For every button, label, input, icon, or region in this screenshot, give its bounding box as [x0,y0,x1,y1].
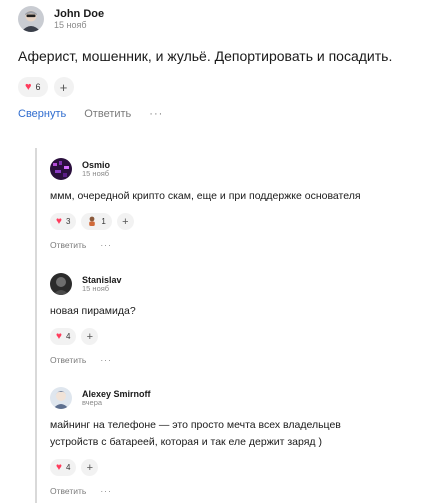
comment-date: 15 нояб [82,283,110,293]
comment-text: майнинг на телефоне — это просто мечта в… [50,417,425,451]
thread-line[interactable] [35,148,37,503]
reaction-count: 1 [101,217,106,226]
comment-actions: Свернуть Ответить ··· [18,108,428,120]
comment-text-line: устройств с батареей, которая и так еле … [50,436,322,448]
more-options-button[interactable]: ··· [100,240,112,250]
heart-icon: ♥ [56,330,62,342]
reaction-count: 4 [65,332,71,341]
heart-reaction[interactable]: ♥ 3 [50,213,77,230]
more-options-button[interactable]: ··· [149,108,163,120]
comment-text: новая пирамида? [50,305,136,317]
heart-icon: ♥ [25,80,32,93]
avatar[interactable] [50,158,72,180]
avatar[interactable] [18,6,44,32]
author-name[interactable]: John Doe [54,8,104,21]
heart-reaction[interactable]: ♥ 6 [18,77,48,97]
heart-icon: ♥ [56,461,62,473]
comment-date: вчера [82,397,103,407]
reply-button[interactable]: Ответить [84,108,131,120]
avatar[interactable] [50,273,72,295]
comment-actions: Ответить ··· [50,240,425,250]
add-reaction-button[interactable]: + [116,213,134,230]
comment-header: Stanislav 15 нояб [50,273,425,295]
reactions-bar: ♥ 3 1 + [50,213,425,230]
comment-date: 15 нояб [54,20,87,31]
comment-header: Osmio 15 нояб [50,158,425,180]
add-reaction-button[interactable]: + [53,77,74,97]
person-emoji-icon [89,216,96,226]
main-comment: John Doe 15 нояб Аферист, мошенник, и жу… [18,6,428,120]
heart-icon: ♥ [56,215,62,227]
comment-text: Аферист, мошенник, и жульё. Депортироват… [18,48,393,64]
reaction-count: 4 [65,463,71,472]
comment-header: John Doe 15 нояб [18,6,428,32]
heart-reaction[interactable]: ♥ 4 [50,328,77,345]
comment-text: ммм, очередной крипто скам, еще и при по… [50,190,361,202]
reply-button[interactable]: Ответить [50,486,86,496]
comment-actions: Ответить ··· [50,486,425,496]
add-reaction-button[interactable]: + [81,459,99,476]
person-emoji-reaction[interactable]: 1 [81,213,112,230]
reaction-count: 3 [65,217,71,226]
more-options-button[interactable]: ··· [100,355,112,365]
comment-header: Alexey Smirnoff вчера [50,387,425,409]
comment-date: 15 нояб [82,168,110,178]
reply-comment: Osmio 15 нояб ммм, очередной крипто скам… [50,158,425,250]
collapse-button[interactable]: Свернуть [18,108,66,120]
reply-comment: Alexey Smirnoff вчера майнинг на телефон… [50,387,425,496]
replies-thread: Osmio 15 нояб ммм, очередной крипто скам… [35,148,430,503]
comment-text-line: майнинг на телефоне — это просто мечта в… [50,419,341,431]
reply-comment: Stanislav 15 нояб новая пирамида? ♥ 4 + … [50,273,425,365]
reactions-bar: ♥ 6 + [18,77,428,97]
reply-button[interactable]: Ответить [50,355,86,365]
comment-actions: Ответить ··· [50,355,425,365]
avatar[interactable] [50,387,72,409]
reactions-bar: ♥ 4 + [50,459,425,476]
heart-reaction[interactable]: ♥ 4 [50,459,77,476]
reply-button[interactable]: Ответить [50,240,86,250]
reaction-count: 6 [35,82,41,92]
more-options-button[interactable]: ··· [100,486,112,496]
reactions-bar: ♥ 4 + [50,328,425,345]
add-reaction-button[interactable]: + [81,328,99,345]
